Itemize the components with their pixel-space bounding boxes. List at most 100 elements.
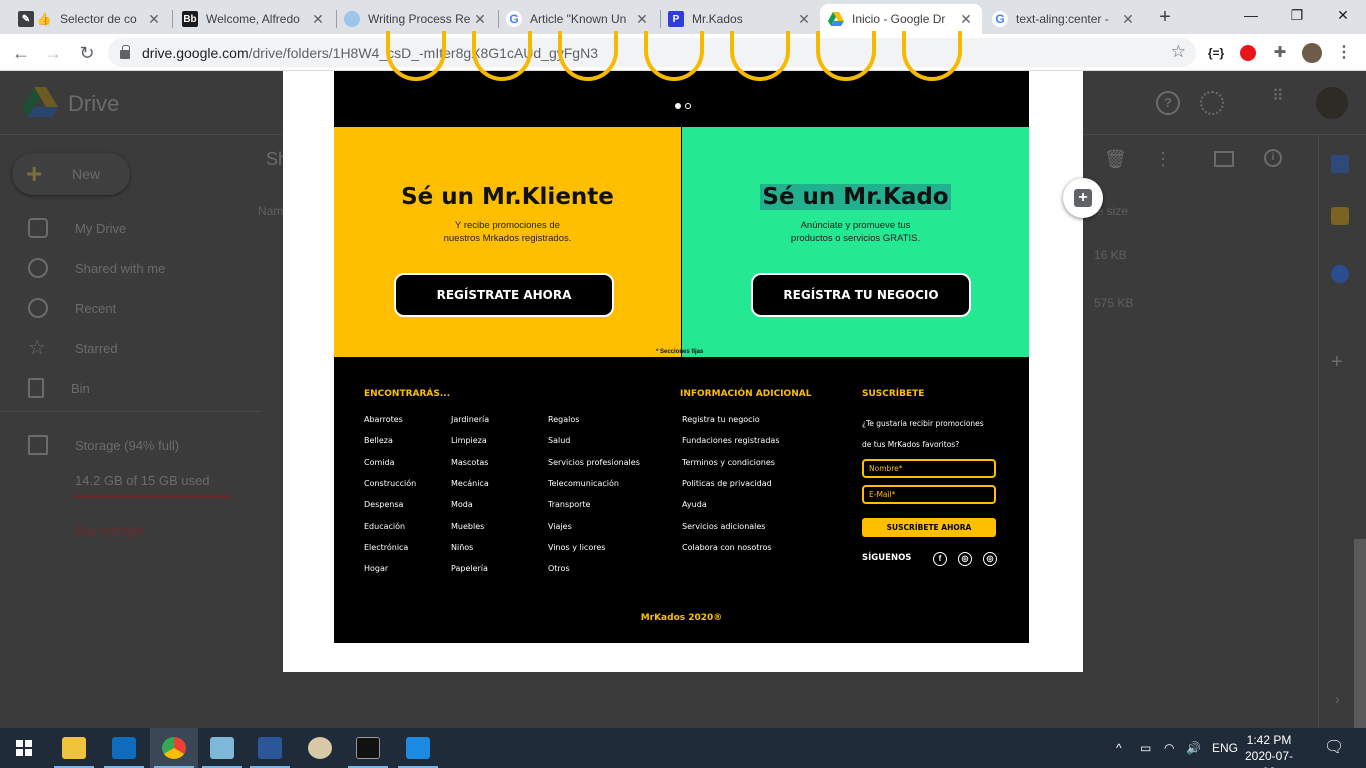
- extensions-puzzle-icon[interactable]: ✚: [1270, 43, 1290, 63]
- category-link[interactable]: Regalos: [548, 415, 579, 424]
- chrome-icon[interactable]: [150, 728, 198, 768]
- settings-gear-icon[interactable]: [1200, 91, 1224, 115]
- tab[interactable]: Bb Welcome, Alfredo ✕: [174, 4, 334, 34]
- sidebar-item-recent[interactable]: Recent: [28, 296, 116, 320]
- sidebar-item-shared[interactable]: Shared with me: [28, 256, 165, 280]
- minimize-button[interactable]: —: [1228, 0, 1274, 34]
- category-link[interactable]: Otros: [548, 564, 570, 573]
- category-link[interactable]: Abarrotes: [364, 415, 403, 424]
- category-link[interactable]: Hogar: [364, 564, 388, 573]
- info-icon[interactable]: i: [1264, 149, 1282, 167]
- category-circle[interactable]: [902, 31, 962, 81]
- category-circle[interactable]: [730, 31, 790, 81]
- info-link[interactable]: Politicas de privacidad: [682, 479, 772, 488]
- maximize-button[interactable]: ❐: [1274, 0, 1320, 34]
- category-link[interactable]: Salud: [548, 436, 570, 445]
- category-link[interactable]: Electrónica: [364, 543, 408, 552]
- file-explorer-icon[interactable]: [50, 728, 98, 768]
- category-link[interactable]: Vinos y licores: [548, 543, 605, 552]
- category-link[interactable]: Mecánica: [451, 479, 489, 488]
- notifications-icon[interactable]: 🗨: [1324, 728, 1344, 768]
- calendar-icon[interactable]: [1331, 155, 1349, 173]
- info-link[interactable]: Terminos y condiciones: [682, 458, 775, 467]
- collapse-panel-icon[interactable]: ›: [1335, 691, 1340, 707]
- notepad-icon[interactable]: [198, 728, 246, 768]
- info-link[interactable]: Colabora con nosotros: [682, 543, 772, 552]
- info-link[interactable]: Registra tu negocio: [682, 415, 760, 424]
- profile-avatar[interactable]: [1302, 43, 1322, 63]
- storage-item[interactable]: Storage (94% full): [28, 433, 179, 457]
- category-link[interactable]: Muebles: [451, 522, 484, 531]
- email-field[interactable]: E-Mail*: [862, 485, 996, 504]
- trash-toolbar-icon[interactable]: 🗑: [1104, 149, 1127, 170]
- tab[interactable]: P Mr.Kados ✕: [660, 4, 820, 34]
- close-tab-icon[interactable]: ✕: [472, 11, 488, 28]
- battery-icon[interactable]: ▭: [1140, 728, 1151, 768]
- clock[interactable]: 1:42 PM 2020-07-02: [1242, 732, 1296, 768]
- new-tab-button[interactable]: +: [1154, 6, 1176, 28]
- forward-button[interactable]: →: [40, 40, 66, 66]
- category-link[interactable]: Viajes: [548, 522, 572, 531]
- tab[interactable]: ✎ 👍 Selector de co ✕: [10, 4, 170, 34]
- json-extension-icon[interactable]: {=}: [1206, 43, 1226, 63]
- new-button[interactable]: + New: [12, 153, 130, 195]
- adblock-icon[interactable]: [1238, 43, 1258, 63]
- tab[interactable]: G Article "Known Un ✕: [498, 4, 658, 34]
- grid-view-icon[interactable]: [1214, 151, 1234, 167]
- category-link[interactable]: Papelería: [451, 564, 488, 573]
- instagram-icon[interactable]: ◎: [958, 552, 972, 566]
- carousel-dot[interactable]: [685, 103, 691, 109]
- terminal-icon[interactable]: [344, 728, 392, 768]
- carousel-dot-active[interactable]: [675, 103, 681, 109]
- account-avatar[interactable]: [1316, 87, 1348, 119]
- volume-icon[interactable]: 🔊: [1186, 728, 1201, 768]
- apps-grid-icon[interactable]: ⠿: [1272, 89, 1292, 113]
- instagram-icon[interactable]: ◎: [983, 552, 997, 566]
- help-icon[interactable]: ?: [1156, 91, 1180, 115]
- category-link[interactable]: Belleza: [364, 436, 393, 445]
- close-tab-icon[interactable]: ✕: [634, 11, 650, 28]
- category-link[interactable]: Transporte: [548, 500, 590, 509]
- category-circle[interactable]: [816, 31, 876, 81]
- vscode-icon[interactable]: [394, 728, 442, 768]
- word-icon[interactable]: [246, 728, 294, 768]
- close-tab-icon[interactable]: ✕: [796, 11, 812, 28]
- category-link[interactable]: Educación: [364, 522, 405, 531]
- start-button[interactable]: [0, 728, 48, 768]
- close-tab-icon[interactable]: ✕: [146, 11, 162, 28]
- reload-button[interactable]: ↻: [74, 40, 100, 66]
- input-language[interactable]: ENG: [1212, 728, 1238, 768]
- keep-icon[interactable]: [1331, 207, 1349, 225]
- category-link[interactable]: Despensa: [364, 500, 403, 509]
- category-link[interactable]: Comida: [364, 458, 394, 467]
- info-link[interactable]: Fundaciones registradas: [682, 436, 779, 445]
- facebook-icon[interactable]: f: [933, 552, 947, 566]
- tab[interactable]: Writing Process Re ✕: [336, 4, 496, 34]
- show-hidden-icons[interactable]: ^: [1116, 728, 1122, 768]
- bookmark-star-icon[interactable]: ☆: [1171, 42, 1186, 62]
- sidebar-item-starred[interactable]: ☆ Starred: [28, 336, 118, 360]
- back-button[interactable]: ←: [8, 40, 34, 66]
- category-circle[interactable]: [558, 31, 618, 81]
- info-link[interactable]: Servicios adicionales: [682, 522, 765, 531]
- category-link[interactable]: Construcción: [364, 479, 416, 488]
- more-options-icon[interactable]: ⋮: [1154, 149, 1172, 170]
- sidebar-item-my-drive[interactable]: My Drive: [28, 216, 126, 240]
- register-business-button[interactable]: REGÍSTRA TU NEGOCIO: [751, 273, 971, 317]
- subscribe-button[interactable]: SUSCRÍBETE AHORA: [862, 518, 996, 537]
- category-link[interactable]: Moda: [451, 500, 473, 509]
- tab-active[interactable]: Inicio - Google Dr ✕: [820, 4, 982, 34]
- tasks-icon[interactable]: [1331, 265, 1349, 283]
- category-link[interactable]: Jardinería: [451, 415, 489, 424]
- paint-icon[interactable]: [296, 728, 344, 768]
- name-field[interactable]: Nombre*: [862, 459, 996, 478]
- register-client-button[interactable]: REGÍSTRATE AHORA: [394, 273, 614, 317]
- category-link[interactable]: Limpieza: [451, 436, 487, 445]
- category-link[interactable]: Mascotas: [451, 458, 488, 467]
- close-window-button[interactable]: ✕: [1320, 0, 1366, 34]
- wifi-icon[interactable]: ◠: [1164, 728, 1174, 768]
- add-addon-icon[interactable]: +: [1331, 351, 1343, 374]
- category-link[interactable]: Servicios profesionales: [548, 458, 640, 467]
- sidebar-item-bin[interactable]: Bin: [28, 376, 90, 400]
- category-circle[interactable]: [644, 31, 704, 81]
